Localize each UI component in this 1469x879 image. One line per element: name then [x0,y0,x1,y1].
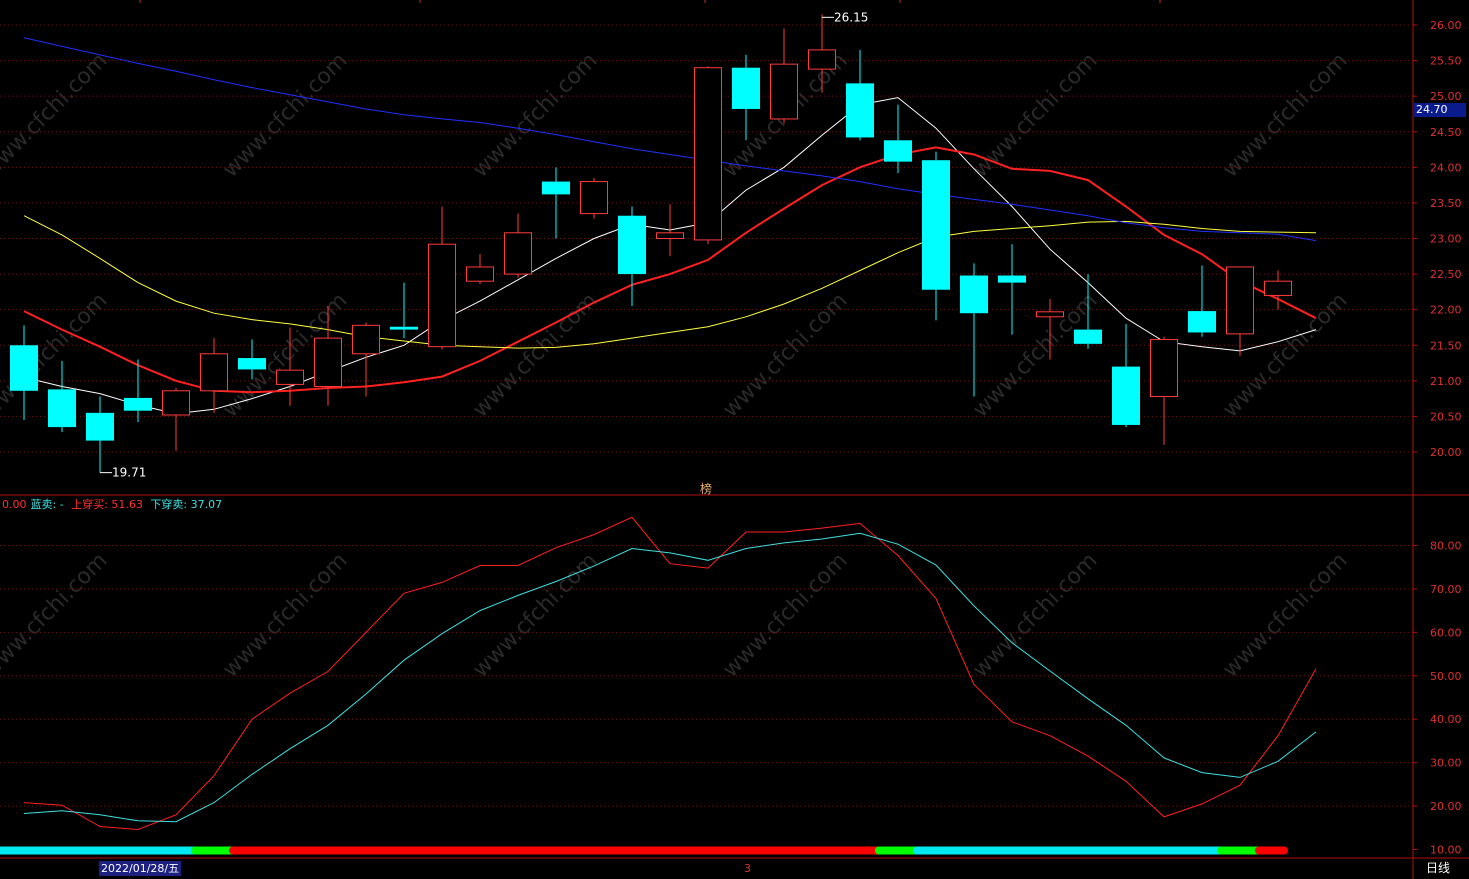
candle-body-up[interactable] [428,243,456,348]
candle-body-up[interactable] [314,337,342,388]
price-tick-label: 24.00 [1430,161,1462,174]
price-tick-label: 22.50 [1430,268,1462,281]
candle-body-down[interactable] [542,181,570,195]
candle-body-up[interactable] [808,49,836,70]
candle-body-up[interactable] [1036,311,1064,318]
price-tick-label: 25.00 [1430,90,1462,103]
watermark-text: www.cfchi.com [468,548,602,682]
watermark-text: www.cfchi.com [0,48,113,182]
current-price-tag: 24.70 [1414,103,1466,117]
candle-body-up[interactable] [200,353,228,392]
watermark-text: www.cfchi.com [968,288,1102,422]
stock-chart-window: www.cfchi.com www.cfchi.com www.cfchi.com w… [0,0,1469,879]
candle-body-down[interactable] [884,140,912,162]
osc-up-cross-line [23,516,1317,831]
cursor-date-label: 2022/01/28/五 [99,861,182,876]
candle-body-up[interactable] [770,63,798,120]
candle-body-up[interactable] [694,67,722,241]
down-cross-sell-value: 37.07 [190,498,223,511]
price-tick-label: 21.50 [1430,339,1462,352]
marker-3: 3 [744,862,751,875]
chart-canvas[interactable]: www.cfchi.com www.cfchi.com www.cfchi.com w… [0,0,1469,879]
candle-body-down[interactable] [732,67,760,109]
price-tick-label: 23.50 [1430,197,1462,210]
candle-body-down[interactable] [1188,311,1216,333]
osc-tick-label: 10.00 [1430,844,1462,857]
watermark-text: www.cfchi.com [968,48,1102,182]
osc-tick-label: 50.00 [1430,670,1462,683]
candle-body-down[interactable] [124,397,152,411]
candle-body-down[interactable] [998,275,1026,283]
candle-body-up[interactable] [504,232,532,275]
high-price-label: 26.15 [834,10,868,24]
candle-body-down[interactable] [48,389,76,428]
price-tick-label: 25.50 [1430,55,1462,68]
candle-body-down[interactable] [390,326,418,330]
watermark-text: www.cfchi.com [718,548,852,682]
osc-tick-label: 20.00 [1430,800,1462,813]
watermark-text: www.cfchi.com [718,288,852,422]
candle-body-down[interactable] [618,215,646,275]
watermark-text: www.cfchi.com [968,548,1102,682]
osc-tick-label: 80.00 [1430,540,1462,553]
price-tick-label: 24.50 [1430,126,1462,139]
period-selector[interactable]: 日线 [1426,861,1450,876]
bang-marker[interactable]: 榜 [700,480,712,497]
indicator-first-value: 0.00 [2,498,27,511]
candle-body-up[interactable] [580,181,608,215]
candle-body-down[interactable] [1112,366,1140,425]
candle-body-up[interactable] [1226,266,1254,335]
candle-body-down[interactable] [10,345,38,391]
blue-sell-label: 蓝卖: [30,498,57,511]
candle-body-down[interactable] [846,83,874,138]
candle-body-up[interactable] [466,266,494,282]
watermark-text: www.cfchi.com [0,548,113,682]
candle-body-down[interactable] [86,412,114,441]
watermark-text: www.cfchi.com [468,48,602,182]
candle-body-up[interactable] [276,369,304,385]
price-tick-label: 23.00 [1430,233,1462,246]
candle-body-up[interactable] [352,324,380,355]
price-tick-label: 26.00 [1430,19,1462,32]
candle-body-up[interactable] [162,390,190,416]
indicator-legend: 0.00 蓝卖: - 上穿买: 51.63 下穿卖: 37.07 [2,496,226,512]
candle-body-down[interactable] [960,275,988,314]
candle-body-up[interactable] [1264,280,1292,296]
osc-tick-label: 70.00 [1430,583,1462,596]
up-cross-buy-value: 51.63 [111,498,143,511]
blue-sell-value: - [59,498,64,511]
price-tick-label: 20.00 [1430,446,1462,459]
candle-body-down[interactable] [922,160,950,290]
low-price-label: 19.71 [112,466,146,480]
price-tick-label: 20.50 [1430,410,1462,423]
osc-tick-label: 40.00 [1430,713,1462,726]
osc-tick-label: 30.00 [1430,757,1462,770]
candle-body-down[interactable] [1074,329,1102,344]
watermark-text: www.cfchi.com [1218,48,1352,182]
osc-tick-label: 60.00 [1430,626,1462,639]
candle-body-up[interactable] [1150,339,1178,397]
watermark-text: www.cfchi.com [218,548,352,682]
price-tick-label: 21.00 [1430,375,1462,388]
watermark-text: www.cfchi.com [1218,548,1352,682]
candle-body-up[interactable] [656,232,684,240]
down-cross-sell-label: 下穿卖: [150,498,188,511]
up-cross-buy-label: 上穿买: [71,498,108,511]
watermark-text: www.cfchi.com [218,48,352,182]
price-tick-label: 22.00 [1430,304,1462,317]
candle-body-down[interactable] [238,358,266,370]
